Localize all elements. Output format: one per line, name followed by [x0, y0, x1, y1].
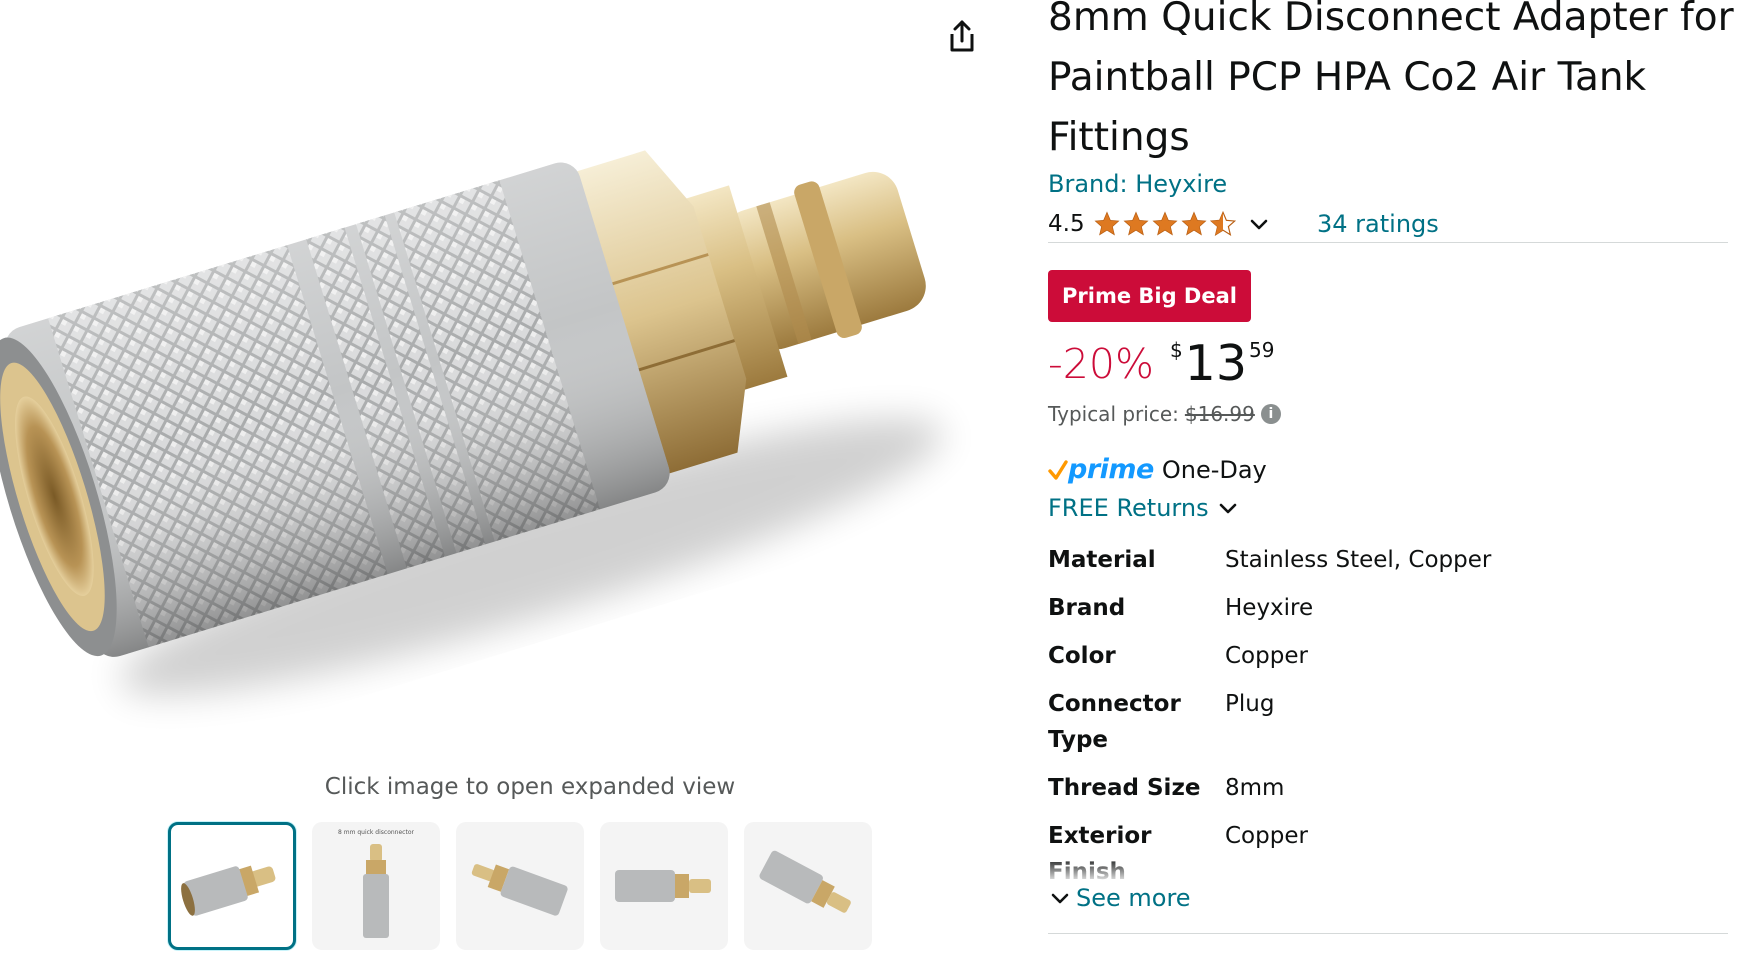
chevron-down-icon [1250, 219, 1267, 230]
chevron-down-icon [1051, 893, 1069, 904]
share-icon [950, 20, 974, 52]
spec-row: Brand Heyxire [1048, 590, 1728, 626]
deal-badge: Prime Big Deal [1048, 270, 1251, 322]
rating-summary: 4.5 [1048, 206, 1271, 242]
spec-key: Connector Type [1048, 691, 1181, 753]
currency-symbol: $ [1169, 338, 1183, 362]
chevron-down-icon [1219, 503, 1236, 514]
spec-row: Connector Type Plug [1048, 686, 1728, 758]
product-specs-table: Material Stainless Steel, Copper Brand H… [1048, 542, 1728, 882]
star-full-icon [1181, 211, 1207, 236]
spec-row: Thread Size 8mm [1048, 770, 1728, 806]
thumbnail-caption: 8 mm quick disconnector [338, 829, 414, 836]
spec-row: Material Stainless Steel, Copper [1048, 542, 1728, 578]
price-block: -20% $ 13 59 [1048, 332, 1274, 396]
expand-image-hint: Click image to open expanded view [324, 774, 736, 800]
quick-disconnect-adapter-image [0, 150, 943, 696]
prime-check-icon [1048, 459, 1068, 480]
see-more-label: See more [1076, 884, 1191, 912]
spec-value: Copper [1225, 643, 1308, 669]
star-full-icon [1123, 211, 1149, 236]
share-button[interactable] [940, 14, 984, 58]
thumbnail-image [471, 864, 568, 916]
spec-key: Color [1048, 643, 1116, 669]
free-returns-label: FREE Returns [1048, 494, 1209, 522]
spec-key: Brand [1048, 595, 1126, 621]
thumbnail-strip: 8 mm quick disconnector [168, 822, 872, 950]
typical-price-label: Typical price: [1048, 402, 1179, 426]
brand-link[interactable]: Brand: Heyxire [1048, 170, 1227, 198]
info-icon[interactable]: i [1260, 404, 1281, 424]
specs-fade-overlay [1048, 862, 1728, 884]
star-rating[interactable] [1093, 210, 1237, 238]
price-fraction: 59 [1249, 338, 1275, 362]
thumbnail-3[interactable] [456, 822, 584, 950]
spec-value: Plug [1225, 691, 1275, 717]
spec-value: Heyxire [1225, 595, 1314, 621]
spec-row: Color Copper [1048, 638, 1728, 674]
thumbnail-5[interactable] [744, 822, 872, 950]
spec-value: Stainless Steel, Copper [1225, 547, 1492, 573]
star-full-icon [1152, 211, 1178, 236]
prime-logo: prime [1068, 454, 1154, 485]
thumbnail-4[interactable] [600, 822, 728, 950]
see-more-link[interactable]: See more [1048, 884, 1191, 912]
thumbnail-image [615, 870, 711, 902]
star-half-icon [1209, 210, 1236, 236]
divider [1048, 933, 1728, 934]
thumbnail-2[interactable]: 8 mm quick disconnector [312, 822, 440, 950]
spec-key: Thread Size [1048, 775, 1201, 801]
thumbnail-image [181, 865, 276, 916]
spec-key: Material [1048, 547, 1156, 573]
thumbnail-1[interactable] [168, 822, 296, 950]
rating-value: 4.5 [1048, 211, 1085, 237]
star-full-icon [1094, 211, 1120, 236]
prime-delivery: prime One-Day [1048, 454, 1267, 485]
discount-percent: -20% [1048, 340, 1154, 388]
free-returns-link[interactable]: FREE Returns [1048, 494, 1241, 522]
product-main-image[interactable] [0, 0, 1000, 760]
thumbnail-image: 8 mm quick disconnector [338, 829, 415, 938]
divider [1048, 242, 1728, 243]
rating-details-toggle[interactable] [1247, 212, 1271, 236]
price-whole: 13 [1184, 335, 1248, 392]
delivery-speed: One-Day [1161, 455, 1267, 484]
thumbnail-image [759, 850, 851, 913]
ratings-count-link[interactable]: 34 ratings [1317, 206, 1439, 242]
typical-price-value: $16.99 [1184, 402, 1255, 426]
typical-price: Typical price: $16.99 i [1048, 402, 1281, 426]
spec-value: 8mm [1225, 775, 1285, 801]
product-title: 8mm Quick Disconnect Adapter for Paintba… [1048, 0, 1734, 160]
